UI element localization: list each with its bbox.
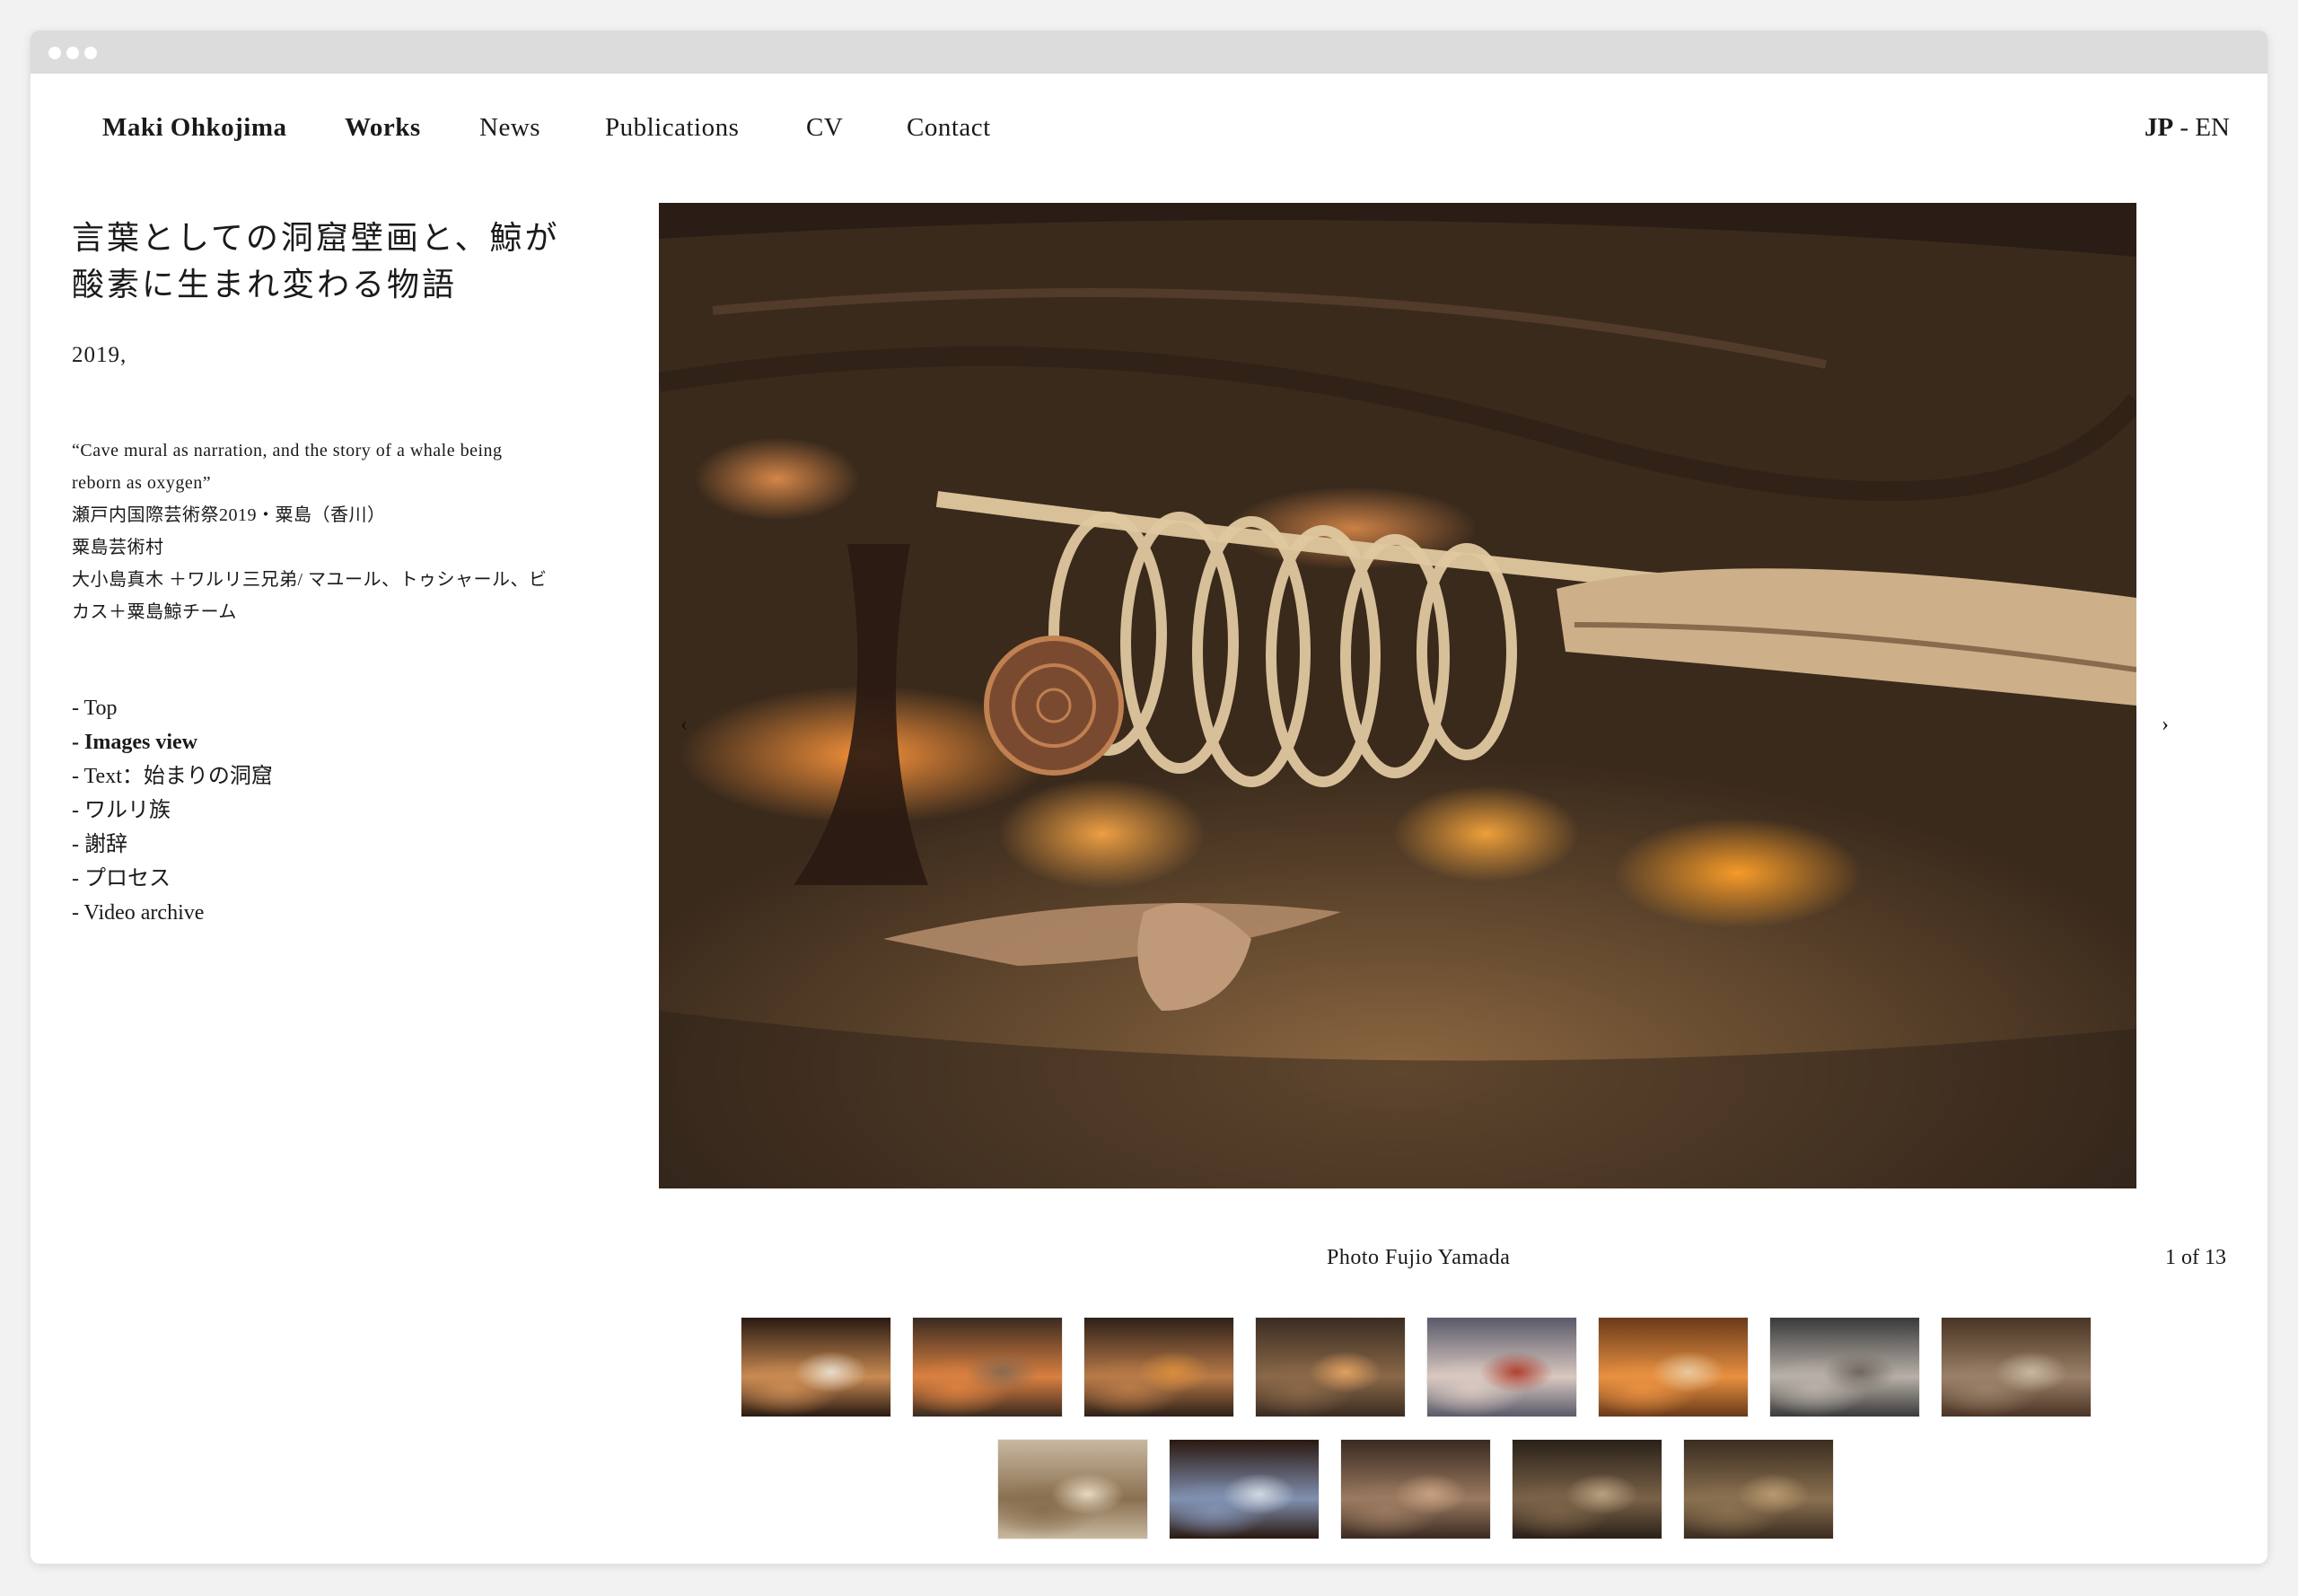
thumbnail-4[interactable]: [1256, 1318, 1405, 1416]
nav-item-contact[interactable]: Contact: [907, 113, 991, 143]
work-info-panel: 言葉としての洞窟壁画と、鯨が 酸素に生まれ変わる物語 2019, “Cave m…: [72, 215, 610, 930]
window-minimize-dot[interactable]: [66, 47, 79, 59]
lang-jp-link[interactable]: JP: [2145, 113, 2173, 142]
thumbnail-10[interactable]: [1170, 1440, 1319, 1539]
thumbnail-6[interactable]: [1599, 1318, 1748, 1416]
prev-image-arrow-icon[interactable]: ‹: [680, 713, 688, 737]
window-maximize-dot[interactable]: [84, 47, 97, 59]
thumbnail-13[interactable]: [1684, 1440, 1833, 1539]
next-image-arrow-icon[interactable]: ›: [2162, 713, 2169, 737]
description-line: 粟島芸術村: [72, 538, 164, 557]
whale-skeleton-illustration: [659, 203, 2136, 1188]
main-nav: Maki Ohkojima Works News Publications CV…: [0, 81, 2298, 142]
description-line: 大小島真木 ＋ワルリ三兄弟/ マユール、トゥシャール、ビ: [72, 570, 548, 590]
description-line: reborn as oxygen”: [72, 473, 212, 493]
work-year: 2019,: [72, 343, 127, 367]
description-line: “Cave mural as narration, and the story …: [72, 441, 503, 460]
photo-credit: Photo Fujio Yamada: [1327, 1246, 1511, 1269]
image-counter: 1 of 13: [2165, 1246, 2226, 1269]
work-title-line-1: 言葉としての洞窟壁画と、鯨が: [72, 220, 560, 257]
section-link-process[interactable]: - プロセス: [72, 862, 610, 896]
work-description: “Cave mural as narration, and the story …: [72, 434, 610, 628]
work-title-line-2: 酸素に生まれ変わる物語: [72, 267, 458, 303]
section-link-top[interactable]: - Top: [72, 691, 610, 725]
nav-item-publications[interactable]: Publications: [605, 113, 739, 143]
section-link-acknowledgements[interactable]: - 謝辞: [72, 828, 610, 862]
nav-item-news[interactable]: News: [479, 113, 540, 143]
site-name-link[interactable]: Maki Ohkojima: [102, 113, 287, 143]
nav-item-works[interactable]: Works: [345, 113, 421, 143]
work-section-links: - Top - Images view - Text：始まりの洞窟 - ワルリ族…: [72, 691, 610, 930]
window-titlebar: [31, 31, 2267, 74]
thumbnail-5[interactable]: [1427, 1318, 1576, 1416]
thumbnail-8[interactable]: [1942, 1318, 2091, 1416]
work-title: 言葉としての洞窟壁画と、鯨が 酸素に生まれ変わる物語: [72, 215, 610, 309]
thumbnail-12[interactable]: [1513, 1440, 1662, 1539]
description-line: 瀬戸内国際芸術祭2019・粟島（香川）: [72, 505, 386, 525]
lang-separator: -: [2173, 113, 2196, 142]
thumbnail-9[interactable]: [998, 1440, 1147, 1539]
thumbnail-1[interactable]: [741, 1318, 890, 1416]
main-photo: [659, 203, 2136, 1188]
section-link-warli[interactable]: - ワルリ族: [72, 794, 610, 828]
section-link-video-archive[interactable]: - Video archive: [72, 896, 610, 930]
thumbnail-11[interactable]: [1341, 1440, 1490, 1539]
thumbnail-7[interactable]: [1770, 1318, 1919, 1416]
section-link-text[interactable]: - Text：始まりの洞窟: [72, 759, 610, 794]
window-close-dot[interactable]: [48, 47, 61, 59]
section-link-images-view[interactable]: - Images view: [72, 725, 610, 759]
lang-en-link[interactable]: EN: [2195, 113, 2230, 142]
thumbnail-3[interactable]: [1084, 1318, 1233, 1416]
nav-item-cv[interactable]: CV: [806, 113, 843, 143]
thumbnail-2[interactable]: [913, 1318, 1062, 1416]
language-switcher: JP - EN: [2145, 113, 2230, 143]
description-line: カス＋粟島鯨チーム: [72, 602, 237, 622]
